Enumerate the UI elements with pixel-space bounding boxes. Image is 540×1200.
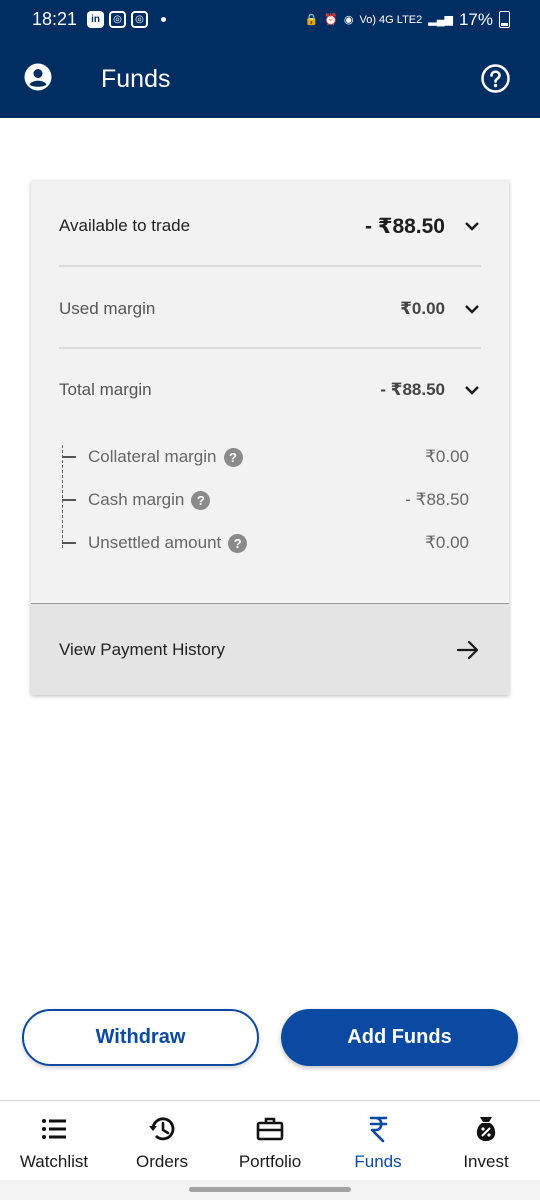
nav-label-funds: Funds <box>354 1152 402 1171</box>
unsettled-amount-row: Unsettled amount ? ₹0.00 <box>62 530 469 556</box>
chevron-down-icon[interactable] <box>463 217 481 235</box>
unsettled-amount-value: ₹0.00 <box>425 533 469 552</box>
available-to-trade-row[interactable]: Available to trade - ₹88.50 <box>59 211 481 241</box>
available-label: Available to trade <box>59 216 191 235</box>
divider <box>59 347 481 349</box>
nav-item-portfolio[interactable]: Portfolio <box>216 1101 324 1181</box>
battery-percent: 17% <box>458 9 493 29</box>
collateral-margin-row: Collateral margin ? ₹0.00 <box>62 444 469 470</box>
unsettled-amount-label: Unsettled amount <box>88 533 222 552</box>
briefcase-icon <box>256 1117 284 1141</box>
cash-margin-label: Cash margin <box>88 490 185 509</box>
help-icon[interactable] <box>481 64 510 93</box>
tree-branch <box>62 542 76 544</box>
info-icon[interactable]: ? <box>223 447 243 467</box>
linkedin-icon: in <box>87 11 105 28</box>
list-icon <box>42 1119 66 1139</box>
hotspot-icon: ◉ <box>343 14 354 26</box>
rupee-icon <box>369 1116 388 1143</box>
nav-label-orders: Orders <box>136 1152 188 1171</box>
funds-card: Available to trade - ₹88.50 Used margin … <box>31 181 509 695</box>
alarm-icon: ⏰ <box>324 14 338 26</box>
tree-branch <box>62 456 76 458</box>
gesture-bar <box>0 1180 540 1200</box>
history-icon <box>149 1117 175 1141</box>
used-margin-label: Used margin <box>59 299 156 318</box>
nav-item-watchlist[interactable]: Watchlist <box>0 1101 108 1181</box>
home-gesture-handle[interactable] <box>189 1187 351 1192</box>
instagram-icon-2: ◎ <box>131 11 149 28</box>
collateral-margin-label: Collateral margin <box>88 447 217 466</box>
page-title: Funds <box>101 65 171 93</box>
tree-branch <box>62 499 76 501</box>
notification-icons: in ◎ ◎ <box>87 11 167 28</box>
info-icon[interactable]: ? <box>191 490 211 510</box>
lock-icon: 🔒 <box>304 14 319 26</box>
nav-item-invest[interactable]: Invest <box>432 1101 540 1181</box>
chevron-up-icon[interactable] <box>463 381 481 399</box>
cash-margin-row: Cash margin ? - ₹88.50 <box>62 487 469 513</box>
nav-label-watchlist: Watchlist <box>19 1152 89 1171</box>
divider <box>59 265 481 267</box>
used-margin-row[interactable]: Used margin ₹0.00 <box>59 294 481 324</box>
cash-margin-value: - ₹88.50 <box>405 490 469 509</box>
arrow-right-icon <box>456 640 479 659</box>
total-margin-value: - ₹88.50 <box>380 380 445 399</box>
collateral-margin-value: ₹0.00 <box>425 447 469 466</box>
total-margin-label: Total margin <box>59 380 152 399</box>
money-bag-icon <box>476 1117 496 1141</box>
nav-item-orders[interactable]: Orders <box>108 1101 216 1181</box>
info-icon[interactable]: ? <box>228 533 248 553</box>
view-payment-history-button[interactable]: View Payment History <box>31 603 509 695</box>
status-time: 18:21 <box>32 9 78 29</box>
nav-label-invest: Invest <box>463 1152 509 1171</box>
nav-label-portfolio: Portfolio <box>238 1152 302 1171</box>
signal-icon: ▂▄▆ <box>428 14 453 26</box>
withdraw-button[interactable]: Withdraw <box>22 1009 259 1066</box>
add-funds-button[interactable]: Add Funds <box>281 1009 518 1066</box>
battery-icon <box>499 11 510 28</box>
more-notifications-icon <box>161 17 167 22</box>
profile-icon[interactable] <box>24 63 52 91</box>
network-type: Vo) 4G LTE2 <box>359 13 423 26</box>
total-margin-row[interactable]: Total margin - ₹88.50 <box>59 375 481 405</box>
instagram-icon: ◎ <box>109 11 127 28</box>
available-value: - ₹88.50 <box>365 214 445 238</box>
app-header: Funds <box>0 39 540 118</box>
view-payment-history-label: View Payment History <box>59 639 225 659</box>
status-bar: 18:21 in ◎ ◎ 🔒 ⏰ ◉ Vo) 4G LTE2 ▂▄▆ 17% <box>0 0 540 39</box>
bottom-navigation: Watchlist Orders Portfolio Funds Invest <box>0 1100 540 1180</box>
system-icons: 🔒 ⏰ ◉ Vo) 4G LTE2 ▂▄▆ 17% <box>304 10 510 30</box>
nav-item-funds[interactable]: Funds <box>324 1101 432 1181</box>
used-margin-value: ₹0.00 <box>400 299 445 318</box>
chevron-down-icon[interactable] <box>463 300 481 318</box>
